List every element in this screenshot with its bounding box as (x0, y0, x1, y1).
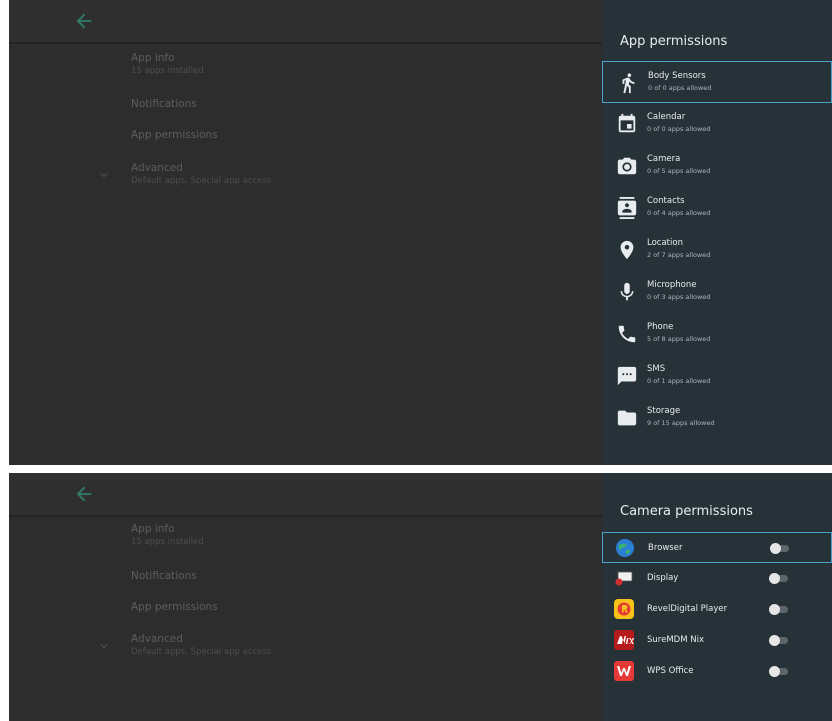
permission-count: 0 of 0 apps allowed (648, 84, 712, 92)
permission-name: Calendar (647, 112, 686, 122)
camera-permissions-screen: App info 15 apps installed Notifications… (9, 473, 832, 721)
permission-item-storage[interactable]: Storage 9 of 15 apps allowed (602, 397, 832, 439)
permission-name: Body Sensors (648, 71, 706, 81)
permission-name: Contacts (647, 196, 685, 206)
permission-name: Camera (647, 154, 681, 164)
app-item-suremdm-nix[interactable]: SureMDM Nix (602, 625, 832, 656)
permission-item-contacts[interactable]: Contacts 0 of 4 apps allowed (602, 187, 832, 229)
permission-item-camera[interactable]: Camera 0 of 5 apps allowed (602, 145, 832, 187)
wps-office-icon (614, 661, 634, 681)
permission-toggle[interactable] (769, 573, 789, 584)
permission-item-location[interactable]: Location 2 of 7 apps allowed (602, 229, 832, 271)
permission-count: 0 of 1 apps allowed (647, 377, 711, 385)
app-name: Browser (648, 543, 683, 553)
permission-toggle[interactable] (769, 604, 789, 615)
permission-item-phone[interactable]: Phone 5 of 8 apps allowed (602, 313, 832, 355)
storage-icon (617, 410, 637, 426)
menu-item-advanced[interactable]: Advanced Default apps, Special app acces… (131, 633, 271, 657)
permission-count: 9 of 15 apps allowed (647, 419, 715, 427)
location-icon (620, 240, 634, 260)
permission-item-calendar[interactable]: Calendar 0 of 0 apps allowed (602, 103, 832, 145)
panel-title: App permissions (620, 34, 728, 49)
permission-name: Phone (647, 322, 674, 332)
app-item-display[interactable]: Display (602, 563, 832, 594)
menu-item-app-info[interactable]: App info 15 apps installed (131, 52, 204, 76)
permission-item-sms[interactable]: SMS 0 of 1 apps allowed (602, 355, 832, 397)
app-name: WPS Office (647, 666, 694, 676)
permission-toggle[interactable] (769, 666, 789, 677)
toolbar (9, 473, 602, 517)
menu-item-title: Notifications (131, 570, 197, 582)
menu-item-title: App info (131, 52, 175, 64)
toolbar (9, 0, 602, 44)
permission-toggle[interactable] (770, 543, 790, 554)
permission-count: 5 of 8 apps allowed (647, 335, 711, 343)
browser-icon (615, 538, 635, 558)
menu-item-subtitle: Default apps, Special app access (131, 176, 272, 186)
microphone-icon (620, 282, 634, 301)
permission-count: 0 of 3 apps allowed (647, 293, 711, 301)
camera-permissions-panel: Camera permissions Browser Display Revel… (602, 473, 832, 721)
menu-item-subtitle: 15 apps installed (131, 537, 204, 547)
back-arrow-icon[interactable] (73, 10, 95, 32)
reveldigital-icon (614, 599, 634, 619)
permission-name: SMS (647, 364, 666, 374)
menu-item-subtitle: 15 apps installed (131, 66, 204, 76)
permission-name: Microphone (647, 280, 697, 290)
menu-item-subtitle: Default apps, Special app access (131, 647, 272, 657)
menu-item-notifications[interactable]: Notifications (131, 98, 197, 110)
menu-item-title: Notifications (131, 98, 197, 110)
chevron-down-icon (100, 644, 108, 649)
suremdm-nix-icon (614, 630, 634, 650)
app-permissions-panel: App permissions Body Sensors 0 of 0 apps… (602, 0, 832, 465)
permission-count: 0 of 4 apps allowed (647, 209, 711, 217)
sms-icon (617, 366, 637, 386)
calendar-icon (618, 113, 636, 133)
permission-item-microphone[interactable]: Microphone 0 of 3 apps allowed (602, 271, 832, 313)
permission-name: Storage (647, 406, 681, 416)
display-app-icon (614, 568, 634, 588)
app-name: Display (647, 573, 679, 583)
app-item-wps-office[interactable]: WPS Office (602, 656, 832, 687)
panel-title: Camera permissions (620, 504, 753, 519)
menu-item-app-permissions[interactable]: App permissions (131, 129, 218, 141)
permission-count: 0 of 0 apps allowed (647, 125, 711, 133)
app-item-browser[interactable]: Browser (602, 532, 832, 563)
permission-toggle[interactable] (769, 635, 789, 646)
body-sensors-icon (622, 73, 635, 94)
menu-item-title: App permissions (131, 129, 218, 141)
back-arrow-icon[interactable] (73, 483, 95, 505)
permission-name: Location (647, 238, 683, 248)
menu-item-title: App info (131, 523, 175, 535)
menu-item-title: App permissions (131, 601, 218, 613)
menu-item-advanced[interactable]: Advanced Default apps, Special app acces… (131, 162, 271, 186)
app-item-reveldigital-player[interactable]: RevelDigital Player (602, 594, 832, 625)
app-name: RevelDigital Player (647, 604, 728, 614)
phone-icon (618, 325, 636, 343)
contacts-icon (617, 197, 637, 219)
menu-item-app-info[interactable]: App info 15 apps installed (131, 523, 204, 547)
menu-item-title: Advanced (131, 162, 183, 174)
app-permissions-screen: App info 15 apps installed Notifications… (9, 0, 832, 465)
app-name: SureMDM Nix (647, 635, 704, 645)
menu-item-title: Advanced (131, 633, 183, 645)
permission-count: 0 of 5 apps allowed (647, 167, 711, 175)
permission-count: 2 of 7 apps allowed (647, 251, 711, 259)
camera-icon (617, 157, 637, 175)
menu-item-app-permissions[interactable]: App permissions (131, 601, 218, 613)
menu-item-notifications[interactable]: Notifications (131, 570, 197, 582)
permission-item-body-sensors[interactable]: Body Sensors 0 of 0 apps allowed (602, 61, 832, 103)
chevron-down-icon (100, 173, 108, 178)
